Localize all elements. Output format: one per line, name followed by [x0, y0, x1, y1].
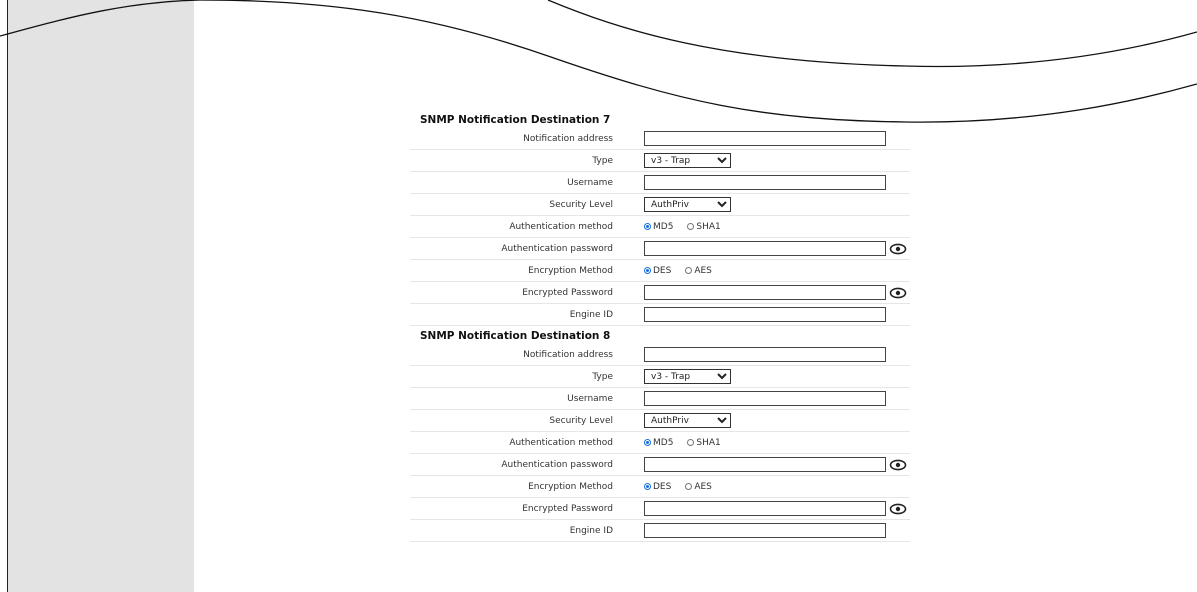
type-select[interactable]: v3 - Trap	[644, 369, 731, 384]
security-level-label: Security Level	[549, 415, 613, 426]
encryption-method-des-radio[interactable]: DES	[644, 266, 671, 276]
destination-section-8: SNMP Notification Destination 8 Notifica…	[410, 326, 910, 542]
radio-label: DES	[653, 481, 672, 492]
auth-password-row: Authentication password	[410, 238, 910, 260]
security-level-select[interactable]: AuthPriv	[644, 197, 731, 212]
type-row: Type v3 - Trap	[410, 366, 910, 388]
username-label: Username	[567, 393, 613, 404]
eye-icon[interactable]	[889, 243, 907, 255]
auth-password-label: Authentication password	[501, 459, 613, 470]
engine-id-label: Engine ID	[569, 525, 613, 536]
username-input[interactable]	[644, 391, 886, 406]
engine-id-label: Engine ID	[569, 309, 613, 320]
radio-selected-icon[interactable]	[644, 439, 651, 446]
radio-label: MD5	[653, 437, 674, 448]
security-level-label: Security Level	[549, 199, 613, 210]
radio-label: MD5	[653, 221, 674, 232]
encryption-method-label: Encryption Method	[528, 265, 613, 276]
engine-id-input[interactable]	[644, 307, 886, 322]
encrypted-password-row: Encrypted Password	[410, 282, 910, 304]
auth-password-input[interactable]	[644, 241, 886, 256]
encryption-method-des-radio[interactable]: DES	[644, 482, 671, 492]
notification-address-label: Notification address	[523, 133, 613, 144]
radio-unselected-icon[interactable]	[685, 267, 693, 274]
type-label: Type	[592, 371, 613, 382]
auth-method-label: Authentication method	[509, 221, 613, 232]
notification-address-input[interactable]	[644, 347, 886, 362]
eye-icon[interactable]	[889, 503, 907, 515]
username-label: Username	[567, 177, 613, 188]
auth-method-row: Authentication method MD5 SHA1	[410, 432, 910, 454]
auth-password-row: Authentication password	[410, 454, 910, 476]
radio-selected-icon[interactable]	[644, 483, 651, 490]
radio-label: AES	[694, 265, 712, 276]
auth-method-label: Authentication method	[509, 437, 613, 448]
encryption-method-aes-radio[interactable]: AES	[685, 266, 712, 276]
auth-method-md5-radio[interactable]: MD5	[644, 438, 673, 448]
encryption-method-aes-radio[interactable]: AES	[685, 482, 712, 492]
auth-password-label: Authentication password	[501, 243, 613, 254]
auth-password-input[interactable]	[644, 457, 886, 472]
engine-id-input[interactable]	[644, 523, 886, 538]
encrypted-password-label: Encrypted Password	[522, 287, 613, 298]
radio-unselected-icon[interactable]	[685, 483, 693, 490]
eye-icon[interactable]	[889, 287, 907, 299]
radio-label: SHA1	[696, 437, 721, 448]
eye-icon[interactable]	[889, 459, 907, 471]
radio-selected-icon[interactable]	[644, 223, 651, 230]
security-level-row: Security Level AuthPriv	[410, 410, 910, 432]
encrypted-password-input[interactable]	[644, 285, 886, 300]
radio-label: SHA1	[696, 221, 721, 232]
radio-unselected-icon[interactable]	[687, 439, 695, 446]
security-level-select[interactable]: AuthPriv	[644, 413, 731, 428]
snmp-destinations-form: SNMP Notification Destination 7 Notifica…	[410, 110, 910, 542]
type-select[interactable]: v3 - Trap	[644, 153, 731, 168]
radio-selected-icon[interactable]	[644, 267, 651, 274]
notification-address-row: Notification address	[410, 128, 910, 150]
encryption-method-row: Encryption Method DES AES	[410, 260, 910, 282]
encrypted-password-row: Encrypted Password	[410, 498, 910, 520]
radio-label: DES	[653, 265, 672, 276]
username-input[interactable]	[644, 175, 886, 190]
auth-method-row: Authentication method MD5 SHA1	[410, 216, 910, 238]
auth-method-sha1-radio[interactable]: SHA1	[687, 221, 721, 232]
engine-id-row: Engine ID	[410, 304, 910, 326]
encrypted-password-input[interactable]	[644, 501, 886, 516]
section-title: SNMP Notification Destination 7	[420, 114, 611, 126]
auth-method-md5-radio[interactable]: MD5	[644, 222, 673, 232]
notification-address-label: Notification address	[523, 349, 613, 360]
notification-address-input[interactable]	[644, 131, 886, 146]
encryption-method-label: Encryption Method	[528, 481, 613, 492]
username-row: Username	[410, 388, 910, 410]
radio-label: AES	[694, 481, 712, 492]
notification-address-row: Notification address	[410, 344, 910, 366]
section-title: SNMP Notification Destination 8	[420, 330, 611, 342]
auth-method-sha1-radio[interactable]: SHA1	[687, 437, 721, 448]
encryption-method-row: Encryption Method DES AES	[410, 476, 910, 498]
username-row: Username	[410, 172, 910, 194]
type-row: Type v3 - Trap	[410, 150, 910, 172]
destination-section-7: SNMP Notification Destination 7 Notifica…	[410, 110, 910, 326]
type-label: Type	[592, 155, 613, 166]
security-level-row: Security Level AuthPriv	[410, 194, 910, 216]
sidebar	[7, 0, 194, 592]
engine-id-row: Engine ID	[410, 520, 910, 542]
radio-unselected-icon[interactable]	[687, 223, 695, 230]
encrypted-password-label: Encrypted Password	[522, 503, 613, 514]
